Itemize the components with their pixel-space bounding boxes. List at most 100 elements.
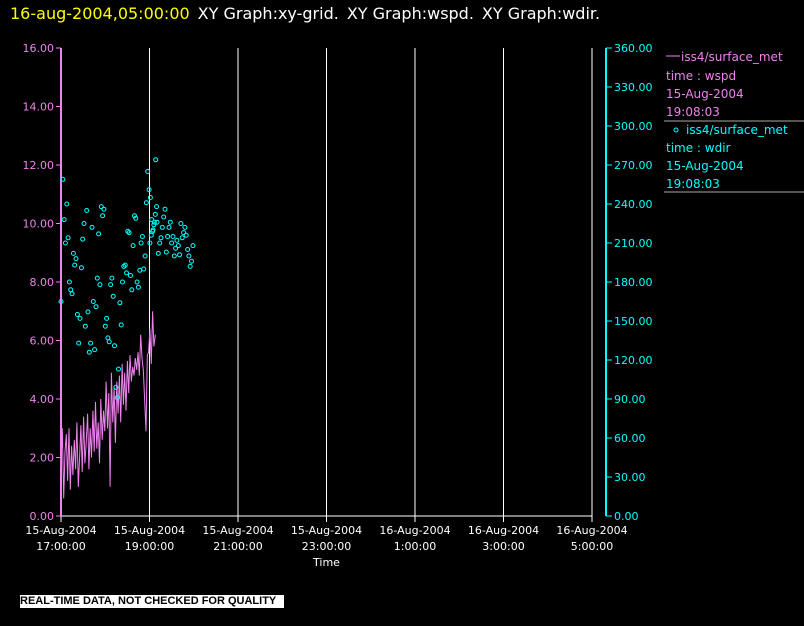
y-right-tick-label: 0.00 <box>614 510 639 523</box>
series-wdir-point <box>102 323 108 329</box>
series-wdir-point <box>167 219 173 225</box>
y-right-tick-label: 120.00 <box>614 354 653 367</box>
series-wdir-point <box>170 234 176 239</box>
series-wdir-point <box>76 340 82 346</box>
series-wdir-point <box>166 224 172 230</box>
series-wspd-line <box>60 311 156 499</box>
series-wdir-point <box>109 275 115 281</box>
x-tick-date: 16-Aug-2004 <box>556 524 627 537</box>
y-right-tick-label: 330.00 <box>614 81 653 94</box>
series-wdir-point <box>187 263 193 269</box>
series-wdir-point <box>142 253 148 259</box>
series-wdir-point <box>88 340 94 346</box>
series-wdir-point <box>141 266 147 272</box>
legend-wspd-name: iss4/surface_met <box>681 50 783 64</box>
series-wdir-point <box>152 211 158 217</box>
series-wdir-point <box>96 231 102 237</box>
series-wdir-point <box>129 287 135 293</box>
series-wdir-point <box>190 243 196 249</box>
legend-wdir-swatch <box>673 127 679 133</box>
series-wdir-point <box>66 279 72 285</box>
series-wdir-point <box>80 236 86 242</box>
y-left-tick-label: 10.00 <box>23 218 55 231</box>
series-wdir-point <box>179 235 185 241</box>
series-wdir-point <box>130 243 136 249</box>
series-wdir-point <box>104 315 110 321</box>
series-wdir-point <box>68 287 74 293</box>
xy-chart: 15-Aug-2004 17:00:00 15-Aug-2004 19:00:00 15… <box>23 42 804 569</box>
series-wdir-point <box>185 247 191 252</box>
series-wdir-point <box>72 262 78 268</box>
series-wdir-point <box>74 312 80 317</box>
series-wdir-point <box>89 224 95 230</box>
series-wdir-point <box>118 322 124 328</box>
series-wdir-point <box>85 309 91 315</box>
y-left-tick-label: 6.00 <box>30 335 55 348</box>
series-wdir-point <box>84 208 90 213</box>
legend-wdir-time: 19:08:03 <box>666 177 720 191</box>
series-wdir-point <box>182 224 188 230</box>
y-right-tick-label: 30.00 <box>614 471 646 484</box>
series-wdir-point <box>69 291 75 297</box>
series-wdir-point <box>81 221 87 226</box>
series-wdir-point <box>155 250 161 256</box>
y-right-tick-label: 300.00 <box>614 120 653 133</box>
x-tick-date: 15-Aug-2004 <box>202 524 273 537</box>
x-tick-date: 15-Aug-2004 <box>291 524 362 537</box>
x-tick-date: 16-Aug-2004 <box>379 524 450 537</box>
series-wdir-point <box>64 201 70 207</box>
series-wdir-point <box>163 249 169 255</box>
x-tick-date: 15-Aug-2004 <box>114 524 185 537</box>
y-right-tick-label: 270.00 <box>614 159 653 172</box>
series-wdir-point <box>70 250 76 256</box>
series-wdir-point <box>101 206 107 212</box>
legend-wspd-variable: time : wspd <box>666 69 736 83</box>
series-wdir-point <box>97 282 103 288</box>
series-wdir-point <box>82 323 88 329</box>
series-wdir-point <box>112 343 117 349</box>
y-left-tick-label: 4.00 <box>30 393 55 406</box>
x-tick-time: 5:00:00 <box>571 540 613 553</box>
series-wdir-point <box>139 234 145 239</box>
series-wdir-point <box>108 282 114 288</box>
series-wdir-point <box>110 293 116 299</box>
series-wdir-point <box>183 232 189 238</box>
series-wdir-point <box>124 270 129 276</box>
series-wdir-point <box>128 273 133 278</box>
series-wdir-point <box>169 240 175 246</box>
x-tick-time: 23:00:00 <box>302 540 351 553</box>
y-right-tick-label: 60.00 <box>614 432 646 445</box>
x-tick-time: 17:00:00 <box>36 540 85 553</box>
y-left-tick-label: 2.00 <box>30 452 55 465</box>
series-wdir-point <box>86 349 92 355</box>
legend-wdir-variable: time : wdir <box>666 141 731 155</box>
y-left-tick-label: 12.00 <box>23 159 55 172</box>
y-right-tick-label: 240.00 <box>614 198 653 211</box>
series-wdir-point <box>174 237 180 243</box>
series-wdir-point <box>61 217 67 223</box>
series-wdir-point <box>162 206 168 212</box>
series-wdir-point <box>189 258 194 264</box>
series-wdir-point <box>62 240 68 246</box>
legend-wspd-time: 19:08:03 <box>666 105 720 119</box>
series-wdir-point <box>94 275 100 281</box>
series-wdir-point <box>171 253 177 259</box>
series-wdir-point <box>137 267 143 273</box>
x-tick-date: 15-Aug-2004 <box>25 524 96 537</box>
y-left-tick-label: 14.00 <box>23 101 55 114</box>
y-right-tick-label: 90.00 <box>614 393 646 406</box>
series-wdir-point <box>106 339 112 345</box>
x-tick-time: 1:00:00 <box>394 540 436 553</box>
y-right-tick-label: 360.00 <box>614 42 653 55</box>
legend-wspd-date: 15-Aug-2004 <box>666 87 744 101</box>
x-tick-time: 21:00:00 <box>213 540 262 553</box>
series-wdir-point <box>77 315 83 321</box>
series-wdir-point <box>116 366 121 372</box>
x-tick-time: 3:00:00 <box>482 540 524 553</box>
y-left-tick-label: 0.00 <box>30 510 55 523</box>
series-wdir-point <box>175 243 181 249</box>
series-wdir-point <box>161 214 167 220</box>
series-wdir-point <box>151 222 157 228</box>
legend-wdir-name: iss4/surface_met <box>686 123 788 137</box>
series-wdir-point <box>157 240 163 246</box>
